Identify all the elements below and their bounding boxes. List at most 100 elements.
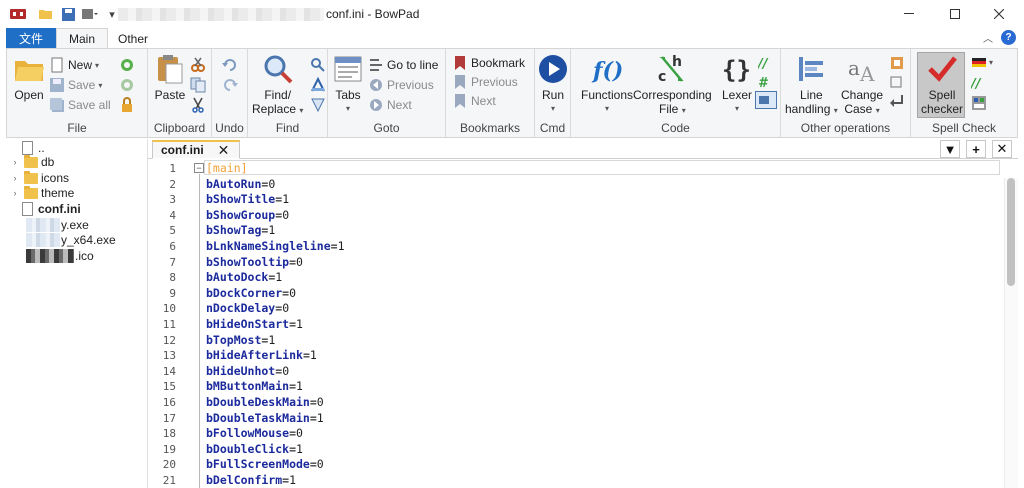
open-button[interactable]: Open: [13, 53, 45, 102]
tabs-button[interactable]: Tabs ▾: [332, 53, 364, 116]
line-handling-button[interactable]: Line handling ▾: [785, 53, 838, 118]
lexer-button[interactable]: {} Lexer ▾: [721, 53, 753, 116]
chevron-right-icon[interactable]: ›: [10, 157, 20, 167]
spell-checker-button[interactable]: Spell checker: [921, 53, 963, 116]
bookmark-button[interactable]: Bookmark: [452, 55, 525, 71]
change-case-button[interactable]: a A Change Case ▾: [841, 53, 883, 118]
tab-list-dropdown-icon[interactable]: ▼: [940, 140, 960, 158]
maximize-button[interactable]: [932, 0, 978, 28]
goto-next-button[interactable]: Next: [368, 97, 412, 113]
help-icon[interactable]: ?: [1001, 30, 1016, 45]
save-all-button[interactable]: Save all: [49, 97, 111, 113]
find-prev-icon[interactable]: [310, 77, 326, 93]
code-line[interactable]: bFullScreenMode=0: [206, 457, 324, 473]
tree-item-icons[interactable]: › icons: [10, 170, 69, 186]
language-caret-icon[interactable]: ▾: [989, 58, 993, 67]
code-line[interactable]: bMButtonMain=1: [206, 379, 303, 395]
tree-item-exe[interactable]: y.exe: [26, 217, 89, 233]
tree-item-theme[interactable]: › theme: [10, 185, 74, 201]
code-line[interactable]: bShowTag=1: [206, 223, 275, 239]
code-line[interactable]: bDoubleClick=1: [206, 442, 303, 458]
chevron-right-icon[interactable]: ›: [10, 188, 20, 198]
document-tab-conf-ini[interactable]: conf.ini ✕: [152, 140, 240, 159]
find-next-icon[interactable]: [310, 57, 326, 73]
code-line[interactable]: bShowTitle=1: [206, 192, 289, 208]
line-number: 12: [162, 333, 176, 347]
code-line[interactable]: bHideAfterLink=1: [206, 348, 317, 364]
spell-label: Spell: [928, 88, 956, 102]
save-button[interactable]: Save ▾: [49, 77, 102, 93]
chevron-right-icon[interactable]: ›: [10, 173, 20, 183]
qat-open-icon[interactable]: [38, 6, 54, 22]
uncomment-icon[interactable]: #: [758, 74, 774, 90]
spell-comment-icon[interactable]: //: [971, 75, 987, 91]
run-button[interactable]: Run ▾: [537, 53, 569, 116]
copy-icon[interactable]: [190, 77, 206, 93]
spell-options-icon[interactable]: [971, 95, 987, 111]
language-flag-icon[interactable]: [971, 55, 987, 71]
code-line[interactable]: bHideOnStart=1: [206, 317, 303, 333]
find-select-icon[interactable]: [310, 97, 326, 113]
reload-icon[interactable]: [119, 57, 135, 73]
code-line[interactable]: bDoubleDeskMain=0: [206, 395, 324, 411]
tab-close-icon[interactable]: ✕: [218, 142, 230, 159]
new-label: New: [68, 58, 93, 72]
whitespace-icon[interactable]: [889, 74, 905, 90]
code-line[interactable]: bHideUnhot=0: [206, 364, 289, 380]
tab-other[interactable]: Other: [106, 28, 160, 49]
comment-icon[interactable]: //: [758, 55, 774, 71]
code-line[interactable]: bFollowMouse=0: [206, 426, 303, 442]
code-line[interactable]: nDockDelay=0: [206, 301, 289, 317]
redo-icon[interactable]: [222, 77, 238, 93]
line-ending-icon[interactable]: [889, 93, 905, 109]
tree-item-db[interactable]: › db: [10, 154, 54, 170]
undo-icon[interactable]: [222, 57, 238, 73]
code-line[interactable]: bAutoDock=1: [206, 270, 282, 286]
tree-item-ico[interactable]: .ico: [26, 248, 94, 264]
new-tab-plus-icon[interactable]: +: [966, 140, 986, 158]
collapse-ribbon-icon[interactable]: ︿: [983, 30, 993, 45]
tree-item-x64-exe[interactable]: y_x64.exe: [26, 232, 116, 248]
scissors-icon[interactable]: [190, 97, 206, 113]
code-line[interactable]: bTopMost=1: [206, 333, 275, 349]
refresh-icon[interactable]: [119, 77, 135, 93]
functions-button[interactable]: f() Functions ▾: [581, 53, 633, 116]
minimize-button[interactable]: [886, 0, 932, 28]
code-editor[interactable]: − 1 [main] 2 bAutoRun=0 3 bShowTitle=1 4 bShowG…: [148, 160, 1018, 488]
code-line[interactable]: bDoubleTaskMain=1: [206, 411, 324, 427]
bookmark-next-button[interactable]: Next: [452, 93, 496, 109]
goto-previous-button[interactable]: Previous: [368, 77, 434, 93]
bowpad-app-icon[interactable]: [10, 7, 26, 21]
qat-more-icon[interactable]: [82, 6, 98, 22]
corresponding-file-button[interactable]: c h Corresponding File ▾: [633, 53, 712, 118]
bookmark-previous-button[interactable]: Previous: [452, 74, 518, 90]
code-line[interactable]: bAutoRun=0: [206, 177, 275, 193]
code-line[interactable]: bDelConfirm=1: [206, 473, 296, 488]
find-replace-button[interactable]: Find/ Replace ▾: [252, 53, 303, 118]
code-line[interactable]: bLnkNameSingleline=1: [206, 239, 345, 255]
bookmark-previous-icon: [455, 75, 465, 89]
ini-key: nDockDelay: [206, 301, 276, 316]
tree-item-conf-ini[interactable]: conf.ini: [16, 201, 81, 217]
ini-value: 1: [296, 317, 303, 331]
autocomplete-icon[interactable]: [755, 91, 777, 109]
qat-save-icon[interactable]: [60, 6, 76, 22]
scrollbar-thumb[interactable]: [1007, 178, 1015, 286]
close-tab-icon[interactable]: ✕: [992, 140, 1012, 158]
code-line[interactable]: bDockCorner=0: [206, 286, 296, 302]
close-button[interactable]: [976, 0, 1022, 28]
new-button[interactable]: New ▾: [49, 57, 99, 73]
code-line[interactable]: bShowTooltip=0: [206, 255, 303, 271]
go-to-line-button[interactable]: Go to line: [368, 57, 438, 73]
fold-collapse-icon[interactable]: −: [194, 163, 204, 173]
group-bookmarks: Bookmark Previous Next Bookmarks: [446, 49, 535, 137]
tools-icon[interactable]: [889, 55, 905, 71]
code-line[interactable]: bShowGroup=0: [206, 208, 289, 224]
code-line[interactable]: [main]: [206, 161, 248, 177]
tab-file[interactable]: 文件: [6, 28, 56, 48]
paste-button[interactable]: Paste: [154, 53, 186, 102]
line-number: 21: [162, 474, 176, 487]
cut-icon[interactable]: [190, 57, 206, 73]
tab-main[interactable]: Main: [56, 28, 109, 49]
lock-icon[interactable]: [119, 97, 135, 113]
